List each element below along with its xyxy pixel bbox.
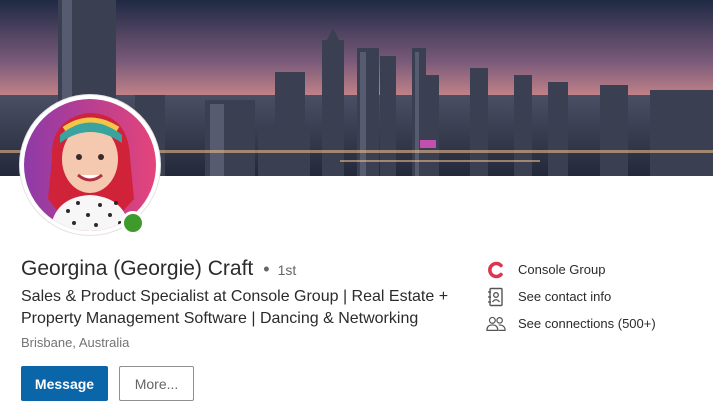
- connection-degree: 1st: [277, 262, 297, 278]
- company-name: Console Group: [518, 262, 606, 277]
- contact-info-label: See contact info: [518, 289, 612, 304]
- connections-link[interactable]: See connections (500+): [486, 310, 706, 337]
- profile-headline: Sales & Product Specialist at Console Gr…: [21, 288, 449, 327]
- profile-name: Georgina (Georgie) Craft: [21, 257, 254, 280]
- contact-info-link[interactable]: See contact info: [486, 283, 706, 310]
- console-group-logo-icon: [486, 260, 506, 280]
- company-link[interactable]: Console Group: [486, 256, 706, 283]
- profile-side-links: Console Group See contact info See conne…: [486, 256, 706, 337]
- people-icon: [486, 314, 506, 334]
- address-book-icon: [486, 287, 506, 307]
- online-status-indicator: [121, 211, 145, 235]
- message-button[interactable]: Message: [21, 366, 108, 401]
- degree-separator: •: [263, 259, 270, 279]
- connections-label: See connections (500+): [518, 316, 656, 331]
- profile-location: Brisbane, Australia: [21, 335, 130, 350]
- more-button[interactable]: More...: [119, 366, 194, 401]
- name-row: Georgina (Georgie) Craft • 1st: [21, 257, 296, 281]
